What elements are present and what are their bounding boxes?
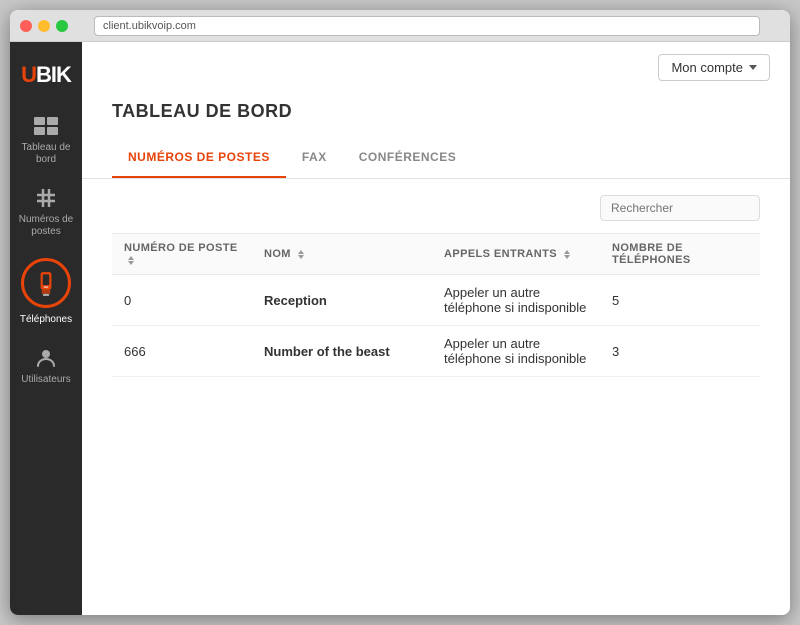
col-header-telephones: NOMBRE DE TÉLÉPHONES	[600, 234, 760, 275]
account-button-label: Mon compte	[671, 60, 743, 75]
col-header-nom: NOM	[252, 234, 432, 275]
search-input[interactable]	[600, 195, 760, 221]
col-header-numero: NUMÉRO DE POSTE	[112, 234, 252, 275]
sidebar-item-numeros-de-postes[interactable]: Numéros de postes	[10, 176, 82, 248]
sidebar-item-utilisateurs[interactable]: Utilisateurs	[10, 336, 82, 396]
sidebar-item-label: Tableau de bord	[14, 142, 78, 166]
main-header: Mon compte	[82, 42, 790, 93]
cell-telephones: 3	[600, 326, 760, 377]
minimize-button[interactable]	[38, 20, 50, 32]
content-area: NUMÉRO DE POSTE NOM	[82, 179, 790, 615]
dashboard-icon	[32, 114, 60, 138]
tab-numeros[interactable]: NUMÉROS DE POSTES	[112, 138, 286, 178]
sidebar-item-label: Téléphones	[20, 314, 72, 326]
sort-arrows-appels	[564, 250, 570, 259]
sidebar-item-tableau-de-bord[interactable]: Tableau de bord	[10, 104, 82, 176]
sidebar-item-label: Utilisateurs	[21, 374, 70, 386]
tab-conferences[interactable]: CONFÉRENCES	[343, 138, 473, 178]
app-container: UBIK Tableau de bord	[10, 42, 790, 615]
sidebar-item-label: Numéros de postes	[14, 214, 78, 238]
sort-up-icon	[564, 250, 570, 254]
col-header-appels: APPELS ENTRANTS	[432, 234, 600, 275]
logo: UBIK	[10, 52, 82, 104]
page-title: TABLEAU DE BORD	[112, 101, 760, 122]
sort-down-icon	[564, 255, 570, 259]
sort-down-icon	[128, 261, 134, 265]
close-button[interactable]	[20, 20, 32, 32]
tabs: NUMÉROS DE POSTES FAX CONFÉRENCES	[82, 138, 790, 179]
cell-nom: Reception	[252, 275, 432, 326]
cell-appels: Appeler un autre téléphone si indisponib…	[432, 326, 600, 377]
url-text: client.ubikvoip.com	[103, 20, 196, 32]
cell-numero: 0	[112, 275, 252, 326]
sort-arrows-nom	[298, 250, 304, 259]
sort-up-icon	[298, 250, 304, 254]
data-table: NUMÉRO DE POSTE NOM	[112, 233, 760, 377]
cell-appels: Appeler un autre téléphone si indisponib…	[432, 275, 600, 326]
sidebar: UBIK Tableau de bord	[10, 42, 82, 615]
cell-nom: Number of the beast	[252, 326, 432, 377]
hash-icon	[32, 186, 60, 210]
main-content: Mon compte TABLEAU DE BORD NUMÉROS DE PO…	[82, 42, 790, 615]
account-button[interactable]: Mon compte	[658, 54, 770, 81]
page-title-area: TABLEAU DE BORD	[82, 93, 790, 138]
table-body: 0 Reception Appeler un autre téléphone s…	[112, 275, 760, 377]
app-window: client.ubikvoip.com UBIK	[10, 10, 790, 615]
sort-up-icon	[128, 256, 134, 260]
title-bar: client.ubikvoip.com	[10, 10, 790, 42]
table-header: NUMÉRO DE POSTE NOM	[112, 234, 760, 275]
sort-down-icon	[298, 255, 304, 259]
table-row[interactable]: 0 Reception Appeler un autre téléphone s…	[112, 275, 760, 326]
cell-telephones: 5	[600, 275, 760, 326]
phones-circle	[21, 258, 71, 308]
logo-text: UBIK	[21, 62, 71, 88]
maximize-button[interactable]	[56, 20, 68, 32]
tab-fax[interactable]: FAX	[286, 138, 343, 178]
table-row[interactable]: 666 Number of the beast Appeler un autre…	[112, 326, 760, 377]
search-row	[112, 195, 760, 221]
address-bar: client.ubikvoip.com	[94, 16, 760, 36]
sort-arrows-numero	[128, 256, 134, 265]
sidebar-item-telephones[interactable]: Téléphones	[10, 248, 82, 336]
user-icon	[32, 346, 60, 370]
cell-numero: 666	[112, 326, 252, 377]
chevron-down-icon	[749, 65, 757, 70]
